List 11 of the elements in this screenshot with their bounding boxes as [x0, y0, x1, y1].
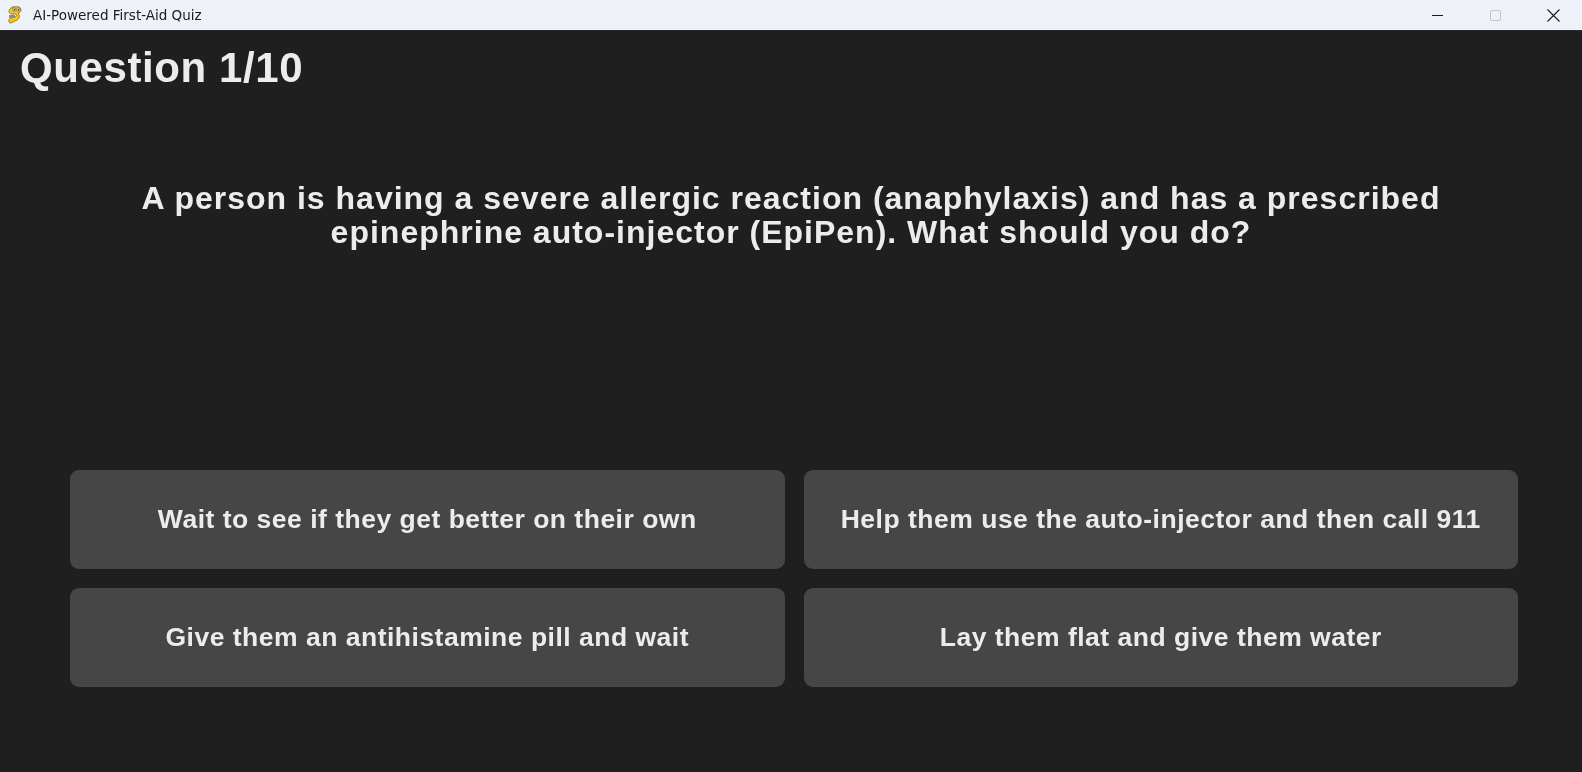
answer-button[interactable]: Wait to see if they get better on their own: [70, 470, 785, 569]
maximize-icon: [1489, 9, 1501, 21]
close-icon: [1546, 8, 1560, 22]
question-text: A person is having a severe allergic reaction (anaphylaxis) and has a prescribed epinephrine auto-injector (EpiPen). What should you do?: [140, 181, 1442, 249]
snake-icon: [5, 5, 25, 25]
answer-button[interactable]: Help them use the auto-injector and then call 911: [803, 470, 1518, 569]
answer-button[interactable]: Lay them flat and give them water: [803, 588, 1518, 687]
answer-button[interactable]: Give them an antihistamine pill and wait: [70, 588, 785, 687]
minimize-icon: [1431, 14, 1443, 16]
window-title: AI-Powered First-Aid Quiz: [33, 7, 203, 23]
question-counter: Question 1/10: [20, 43, 304, 93]
